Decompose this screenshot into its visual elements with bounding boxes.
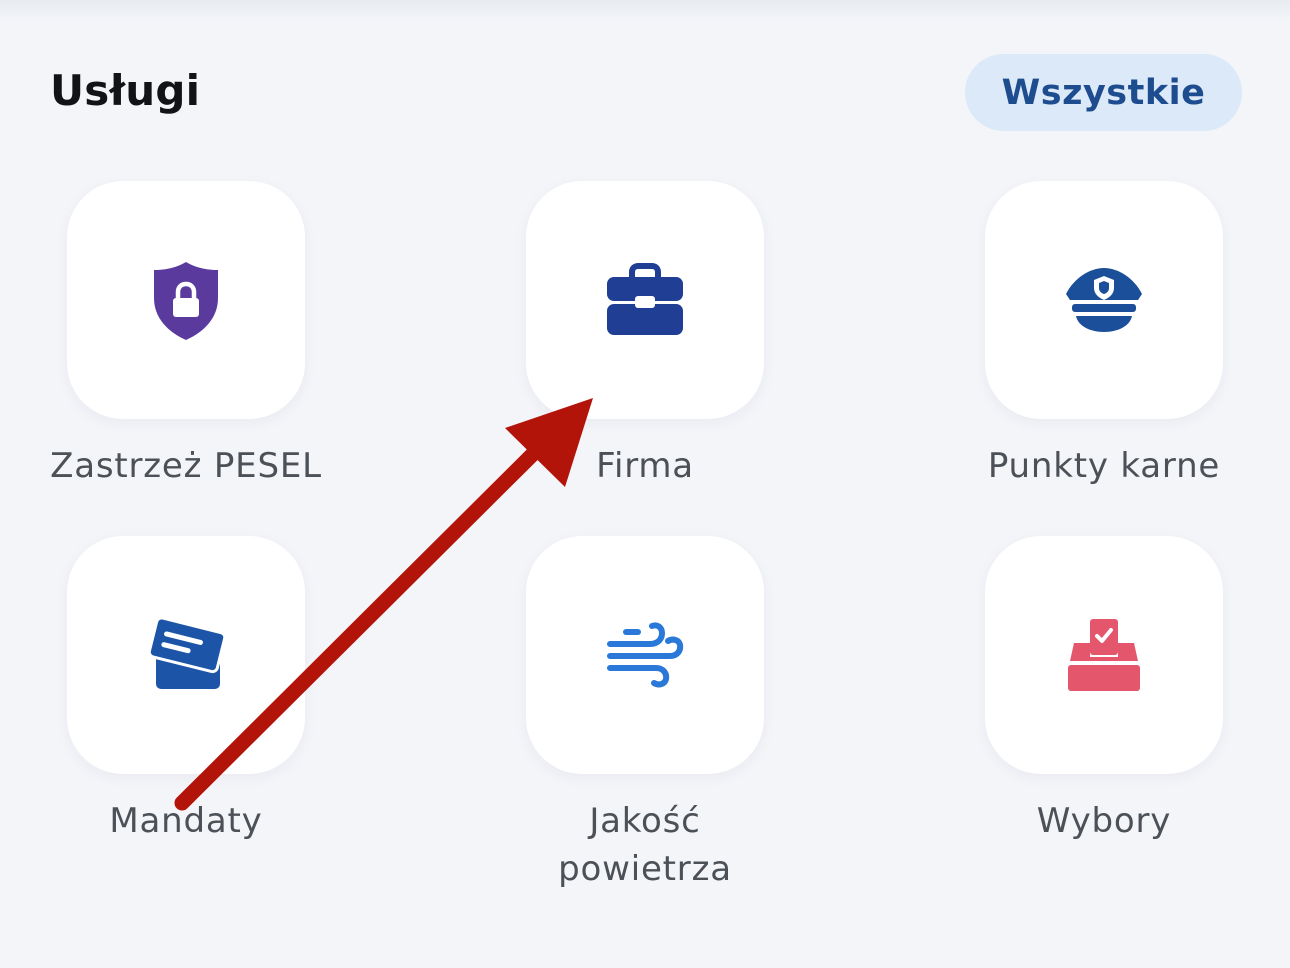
service-tile-jakosc-powietrza[interactable]	[526, 536, 764, 774]
service-label-punkty-karne: Punkty karne	[987, 446, 1221, 486]
service-label-wybory: Wybory	[1036, 801, 1172, 841]
service-label-pesel: Zastrzeż PESEL	[50, 446, 322, 486]
service-tile-pesel[interactable]	[67, 181, 305, 419]
section-title: Usługi	[50, 66, 201, 115]
ballot-box-icon	[1068, 619, 1140, 691]
service-label-jakosc-powietrza: Jakość powietrza	[465, 797, 825, 893]
service-tile-wybory[interactable]	[985, 536, 1223, 774]
briefcase-icon	[607, 263, 683, 335]
services-screen: Usługi Wszystkie Zastrzeż PESEL Firma Pu…	[0, 0, 1290, 968]
shield-lock-icon	[154, 262, 218, 340]
show-all-button[interactable]: Wszystkie	[965, 54, 1242, 131]
police-cap-icon	[1066, 268, 1142, 332]
service-label-line-1: Jakość	[589, 801, 701, 841]
service-tile-firma[interactable]	[526, 181, 764, 419]
top-divider	[0, 0, 1290, 22]
service-label-mandaty: Mandaty	[109, 801, 263, 841]
service-label-line-2: powietrza	[558, 849, 732, 889]
service-tile-mandaty[interactable]	[67, 536, 305, 774]
service-label-firma: Firma	[596, 446, 694, 486]
cards-icon	[147, 617, 226, 689]
service-tile-punkty-karne[interactable]	[985, 181, 1223, 419]
wind-icon	[607, 622, 684, 688]
